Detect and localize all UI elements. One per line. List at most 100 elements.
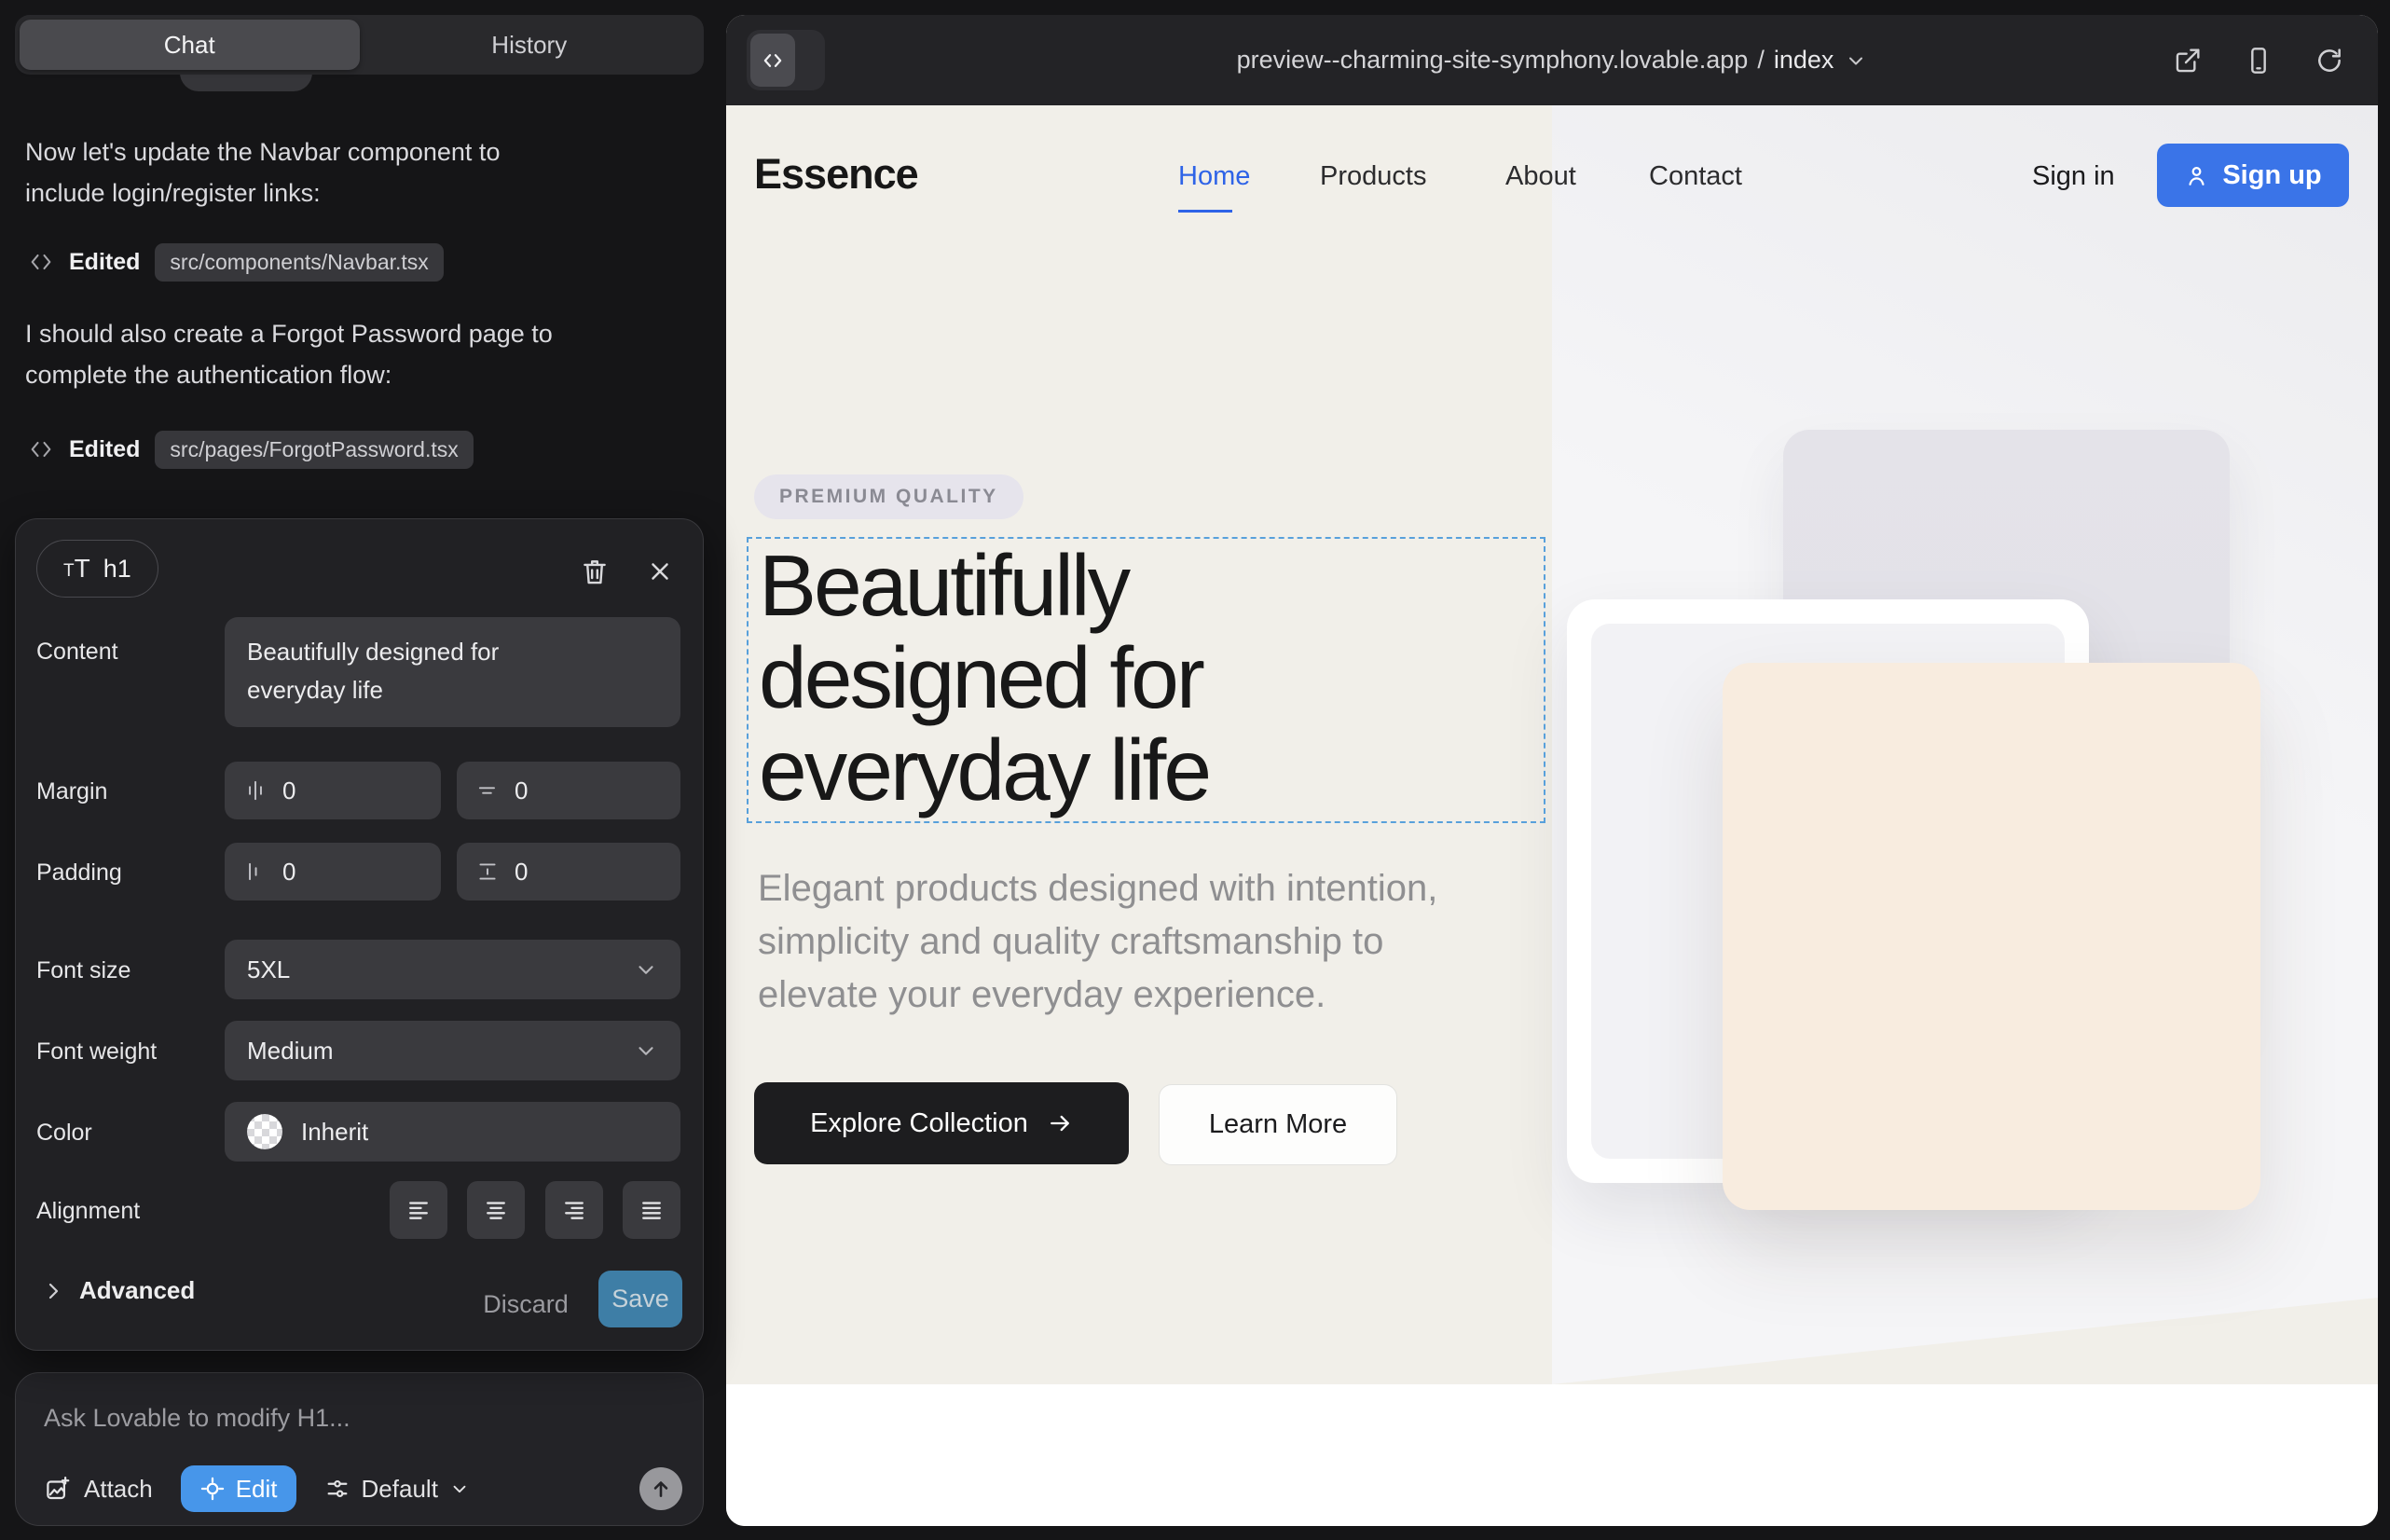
color-swatch <box>247 1114 282 1149</box>
font-size-select[interactable]: 5XL <box>225 940 680 999</box>
align-right-icon <box>560 1196 588 1224</box>
text-size-icon: TT <box>63 556 90 582</box>
advanced-toggle[interactable]: Advanced <box>42 1276 195 1305</box>
hero-section: Essence Home Products About Contact Sign… <box>726 105 2378 1384</box>
discard-button[interactable]: Discard <box>483 1276 569 1332</box>
nav-active-underline <box>1178 210 1232 213</box>
edited-file-chip[interactable]: src/pages/ForgotPassword.tsx <box>155 431 473 469</box>
align-right-button[interactable] <box>545 1181 603 1239</box>
margin-y-input[interactable]: 0 <box>457 762 680 819</box>
edit-mode-button[interactable]: Edit <box>181 1465 296 1512</box>
smartphone-icon <box>2244 46 2273 76</box>
browser-toolbar: preview--charming-site-symphony.lovable.… <box>726 15 2378 105</box>
open-external-button[interactable] <box>2173 46 2203 76</box>
edited-label: Edited <box>69 436 140 463</box>
save-button[interactable]: Save <box>598 1271 682 1327</box>
padding-x-input[interactable]: 0 <box>225 843 441 901</box>
element-tag-pill[interactable]: TT h1 <box>36 540 158 598</box>
attach-label: Attach <box>84 1475 153 1504</box>
external-link-icon <box>2173 46 2203 76</box>
explore-collection-button[interactable]: Explore Collection <box>754 1082 1129 1164</box>
hero-heading-line: Beautifully <box>759 540 1209 632</box>
explore-collection-label: Explore Collection <box>810 1108 1028 1139</box>
hero-heading-line: everyday life <box>759 724 1209 817</box>
content-line: Beautifully designed for <box>247 633 658 671</box>
content-input[interactable]: Beautifully designed for everyday life <box>225 617 680 727</box>
font-size-label: Font size <box>36 957 130 984</box>
default-label: Default <box>362 1475 438 1504</box>
trash-icon <box>579 556 611 587</box>
sign-in-link[interactable]: Sign in <box>2032 161 2115 192</box>
send-button[interactable] <box>639 1467 682 1510</box>
preview-frame: preview--charming-site-symphony.lovable.… <box>726 15 2378 1526</box>
url-bar[interactable]: preview--charming-site-symphony.lovable.… <box>726 15 2378 105</box>
browser-actions <box>2173 15 2344 105</box>
hero-paragraph-line: elevate your everyday experience. <box>758 969 1437 1022</box>
padding-x-value: 0 <box>282 858 295 887</box>
edited-file-row: Edited src/components/Navbar.tsx <box>28 241 444 283</box>
delete-element-button[interactable] <box>574 551 615 592</box>
arrow-right-icon <box>1047 1110 1073 1136</box>
color-value: Inherit <box>301 1118 368 1147</box>
close-panel-button[interactable] <box>639 551 680 592</box>
tab-history[interactable]: History <box>360 20 700 70</box>
site-logo[interactable]: Essence <box>754 150 918 199</box>
hero-image-placeholder-peach <box>1723 663 2260 1210</box>
chat-message-line: I should also create a Forgot Password p… <box>25 313 696 354</box>
chevron-down-icon <box>634 1038 658 1063</box>
content-line: everyday life <box>247 671 658 709</box>
nav-link-contact[interactable]: Contact <box>1649 161 1742 192</box>
color-select[interactable]: Inherit <box>225 1102 680 1162</box>
sliders-icon <box>324 1476 350 1502</box>
nav-link-about[interactable]: About <box>1505 161 1576 192</box>
align-left-icon <box>405 1196 433 1224</box>
url-separator: / <box>1757 46 1765 75</box>
align-left-button[interactable] <box>390 1181 447 1239</box>
font-weight-label: Font weight <box>36 1038 157 1066</box>
target-icon <box>199 1476 226 1502</box>
refresh-button[interactable] <box>2314 46 2344 76</box>
align-justify-button[interactable] <box>623 1181 680 1239</box>
color-label: Color <box>36 1120 92 1147</box>
hero-heading-line: designed for <box>759 632 1209 724</box>
edited-file-chip[interactable]: src/components/Navbar.tsx <box>155 243 443 282</box>
font-weight-select[interactable]: Medium <box>225 1021 680 1080</box>
edit-label: Edit <box>236 1475 278 1504</box>
lovable-editor-app: Chat History Now let's update the Navbar… <box>0 0 2390 1540</box>
align-justify-icon <box>638 1196 666 1224</box>
learn-more-button[interactable]: Learn More <box>1159 1084 1397 1165</box>
chevron-down-icon <box>634 957 658 982</box>
hero-paragraph: Elegant products designed with intention… <box>758 862 1437 1022</box>
chat-message: I should also create a Forgot Password p… <box>25 313 696 395</box>
font-weight-value: Medium <box>247 1037 333 1066</box>
content-label: Content <box>36 639 118 666</box>
tab-chat[interactable]: Chat <box>20 20 360 70</box>
padding-y-icon <box>475 859 500 884</box>
chat-sidebar: Chat History Now let's update the Navbar… <box>0 0 726 1540</box>
margin-x-input[interactable]: 0 <box>225 762 441 819</box>
nav-link-products[interactable]: Products <box>1320 161 1426 192</box>
composer-input[interactable]: Ask Lovable to modify H1... <box>44 1404 350 1433</box>
element-tag-name: h1 <box>103 555 131 584</box>
align-center-button[interactable] <box>467 1181 525 1239</box>
h1-selection-outline[interactable]: Beautifully designed for everyday life <box>747 537 1545 823</box>
mobile-preview-button[interactable] <box>2244 46 2273 76</box>
code-icon <box>28 249 54 275</box>
edited-label: Edited <box>69 249 140 276</box>
element-editor-panel: TT h1 Content Beautifully designed for e… <box>15 518 704 1351</box>
padding-label: Padding <box>36 859 122 887</box>
composer-toolbar: Attach Edit Default <box>44 1464 682 1513</box>
sign-up-button[interactable]: Sign up <box>2157 144 2349 207</box>
hero-paragraph-line: simplicity and quality craftsmanship to <box>758 915 1437 969</box>
margin-y-value: 0 <box>515 777 528 805</box>
nav-link-home[interactable]: Home <box>1178 161 1250 192</box>
default-mode-dropdown[interactable]: Default <box>324 1475 470 1504</box>
sign-up-label: Sign up <box>2222 160 2321 191</box>
edited-file-row: Edited src/pages/ForgotPassword.tsx <box>28 428 474 471</box>
arrow-up-icon <box>649 1477 673 1501</box>
padding-y-input[interactable]: 0 <box>457 843 680 901</box>
attach-button[interactable]: Attach <box>44 1475 153 1504</box>
chevron-down-icon <box>449 1478 470 1499</box>
preview-url: preview--charming-site-symphony.lovable.… <box>1237 46 1749 75</box>
advanced-label: Advanced <box>79 1276 195 1305</box>
